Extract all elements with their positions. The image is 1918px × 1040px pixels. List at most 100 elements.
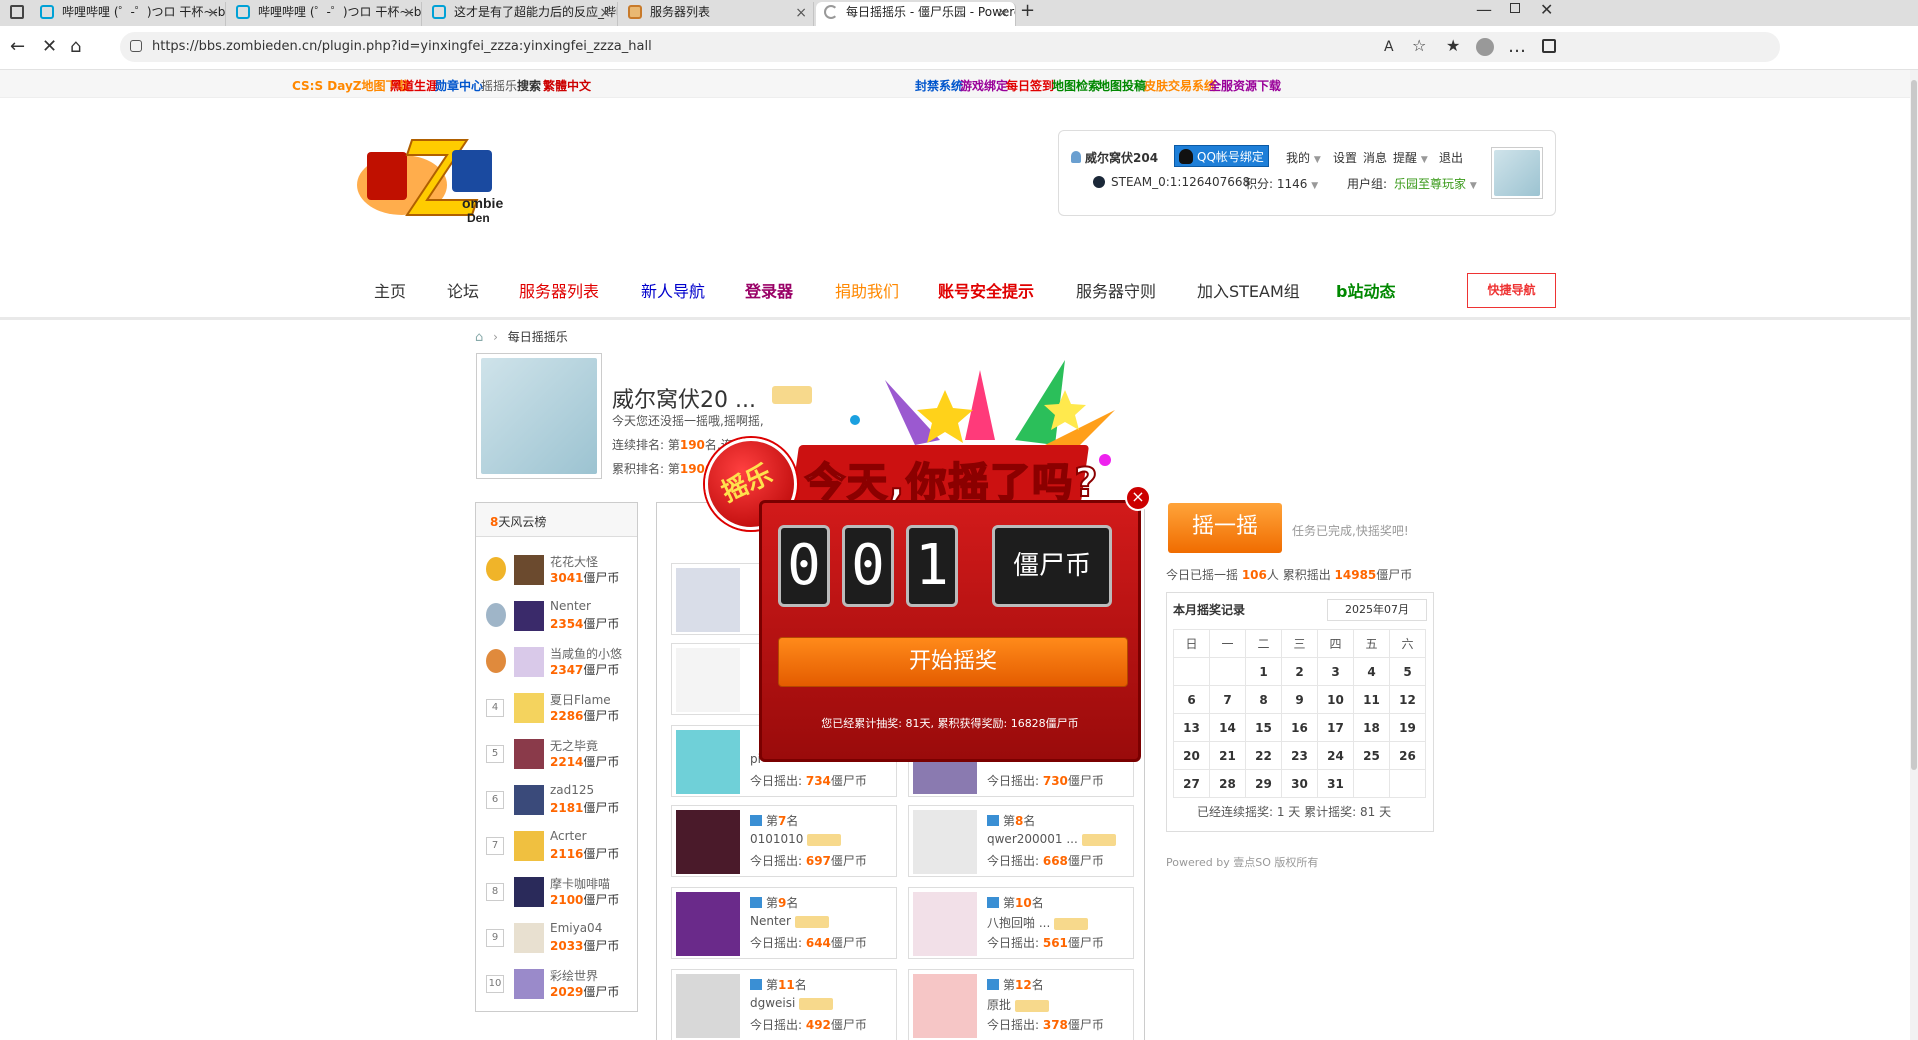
qq-bind-button[interactable]: QQ帐号绑定 [1174, 145, 1269, 167]
nav-newbie-guide[interactable]: 新人导航 [641, 278, 705, 302]
browser-tab-3[interactable]: 这才是有了超能力后的反应_哔哩 × [424, 2, 618, 26]
nav-account-security[interactable]: 账号安全提示 [938, 278, 1034, 302]
player-name[interactable]: 八抱回啪 ... [987, 914, 1089, 931]
leaderboard-row[interactable]: 9 Emiya04 2033僵尸币 [486, 917, 626, 961]
leaderboard-row[interactable]: 10 彩绘世界 2029僵尸币 [486, 963, 626, 1007]
player-avatar[interactable] [514, 739, 544, 769]
menu-my[interactable]: 我的 ▼ [1286, 149, 1321, 166]
nav-launcher[interactable]: 登录器 [745, 278, 793, 302]
nav-donate[interactable]: 捐助我们 [835, 278, 899, 302]
player-name[interactable]: 原批 [987, 996, 1050, 1013]
favorite-star-icon[interactable]: ☆ [1412, 36, 1426, 55]
close-icon[interactable]: × [795, 3, 807, 23]
back-icon[interactable]: ← [10, 36, 25, 57]
favorites-icon[interactable]: ★ [1446, 36, 1460, 55]
tab-actions-icon[interactable] [10, 5, 24, 19]
player-avatar[interactable] [514, 877, 544, 907]
toplink-downloads[interactable]: 全服资源下载 [1209, 77, 1281, 94]
player-name[interactable]: dgweisi [750, 996, 834, 1010]
today-card[interactable]: 第8名 qwer200001 ... 今日摇出: 668僵尸币 [908, 805, 1134, 877]
leaderboard-row[interactable]: 6 zad125 2181僵尸币 [486, 779, 626, 823]
toplink-traditional[interactable]: 繁體中文 [543, 77, 591, 94]
close-icon[interactable]: × [207, 3, 219, 23]
player-avatar[interactable] [676, 892, 740, 956]
toplink-shake[interactable]: 摇摇乐 [481, 77, 517, 94]
player-avatar[interactable] [514, 555, 544, 585]
leaderboard-row[interactable]: 4 夏日Flame 2286僵尸币 [486, 687, 626, 731]
home-icon[interactable]: ⌂ [70, 36, 81, 57]
shake-button[interactable]: 摇一摇 [1168, 503, 1282, 553]
username-link[interactable]: 威尔窝伏204 [1085, 149, 1158, 166]
nav-steam-group[interactable]: 加入STEAM组 [1197, 278, 1300, 302]
today-card[interactable]: 第9名 Nenter 今日摇出: 644僵尸币 [671, 887, 897, 959]
menu-logout[interactable]: 退出 [1439, 149, 1463, 166]
user-group[interactable]: 乐园至尊玩家 ▼ [1394, 175, 1477, 192]
player-avatar[interactable] [676, 974, 740, 1038]
nav-forum[interactable]: 论坛 [447, 278, 479, 302]
close-icon[interactable]: × [1125, 485, 1151, 511]
player-avatar[interactable] [514, 693, 544, 723]
toplink-gang[interactable]: 黑道生涯 [390, 77, 438, 94]
menu-settings[interactable]: 设置 [1333, 149, 1357, 166]
nav-server-list[interactable]: 服务器列表 [519, 278, 599, 302]
toplink-medals[interactable]: 勋章中心 [435, 77, 483, 94]
player-name[interactable]: Acrter [550, 829, 587, 843]
player-name[interactable]: Nenter [550, 599, 591, 613]
more-menu-icon[interactable]: … [1508, 36, 1526, 57]
player-avatar[interactable] [514, 831, 544, 861]
leaderboard-row[interactable]: 当咸鱼的小悠 2347僵尸币 [486, 641, 626, 685]
toplink-map-search[interactable]: 地图检索 [1052, 77, 1100, 94]
nav-home[interactable]: 主页 [374, 278, 406, 302]
close-icon[interactable]: × [403, 3, 415, 23]
read-aloud-icon[interactable]: A [1384, 39, 1394, 55]
player-avatar[interactable] [514, 601, 544, 631]
player-name[interactable]: 彩绘世界 [550, 967, 598, 984]
scrollbar-thumb[interactable] [1911, 80, 1917, 770]
leaderboard-row[interactable]: 花花大怪 3041僵尸币 [486, 549, 626, 593]
start-lottery-button[interactable]: 开始摇奖 [778, 637, 1128, 687]
player-name[interactable]: 摩卡咖啡喵 [550, 875, 610, 892]
new-tab-icon[interactable]: + [1020, 0, 1035, 21]
home-icon[interactable]: ⌂ [475, 330, 483, 345]
close-window-icon[interactable]: ✕ [1540, 0, 1553, 19]
toplink-search[interactable]: 搜索 [517, 77, 541, 94]
player-avatar[interactable] [514, 969, 544, 999]
player-name[interactable]: 0101010 [750, 832, 842, 846]
player-name[interactable]: Nenter [750, 914, 829, 928]
toplink-ban-system[interactable]: 封禁系统 [915, 77, 963, 94]
player-name[interactable]: 花花大怪 [550, 553, 598, 570]
player-name[interactable]: Emiya04 [550, 921, 602, 935]
browser-tab-2[interactable]: 哔哩哔哩 (゜-゜)つロ 干杯~-bilib × [228, 2, 422, 26]
menu-reminders[interactable]: 提醒 ▼ [1393, 149, 1428, 166]
menu-messages[interactable]: 消息 [1363, 149, 1387, 166]
player-name[interactable]: 当咸鱼的小悠 [550, 645, 622, 662]
minimize-icon[interactable]: — [1476, 0, 1492, 19]
player-avatar[interactable] [913, 810, 977, 874]
today-card[interactable]: 第7名 0101010 今日摇出: 697僵尸币 [671, 805, 897, 877]
close-icon[interactable]: × [599, 3, 611, 23]
toplink-checkin[interactable]: 每日签到 [1006, 77, 1054, 94]
profile-avatar[interactable] [476, 353, 602, 479]
player-avatar[interactable] [514, 785, 544, 815]
player-avatar[interactable] [913, 892, 977, 956]
nav-server-rules[interactable]: 服务器守则 [1076, 278, 1156, 302]
site-logo[interactable]: ombie Den [357, 130, 517, 225]
reload-stop-icon[interactable]: ✕ [42, 36, 57, 57]
player-avatar[interactable] [514, 923, 544, 953]
player-name[interactable]: qwer200001 ... [987, 832, 1116, 846]
user-avatar[interactable] [1491, 147, 1543, 199]
today-card[interactable]: 第10名 八抱回啪 ... 今日摇出: 561僵尸币 [908, 887, 1134, 959]
toplink-skin-trade[interactable]: 皮肤交易系统 [1144, 77, 1216, 94]
leaderboard-row[interactable]: 7 Acrter 2116僵尸币 [486, 825, 626, 869]
points[interactable]: 积分: 1146 ▼ [1245, 175, 1318, 192]
nav-bilibili[interactable]: b站动态 [1336, 278, 1395, 302]
quick-nav-button[interactable]: 快捷导航 [1467, 273, 1556, 308]
sidebar-toggle-icon[interactable] [1542, 39, 1556, 53]
player-avatar[interactable] [913, 974, 977, 1038]
player-avatar[interactable] [676, 810, 740, 874]
address-bar[interactable]: https://bbs.zombieden.cn/plugin.php?id=y… [120, 32, 1780, 62]
player-avatar[interactable] [514, 647, 544, 677]
browser-tab-4[interactable]: 服务器列表 × [620, 2, 814, 26]
leaderboard-row[interactable]: 8 摩卡咖啡喵 2100僵尸币 [486, 871, 626, 915]
profile-avatar-icon[interactable] [1476, 38, 1494, 56]
